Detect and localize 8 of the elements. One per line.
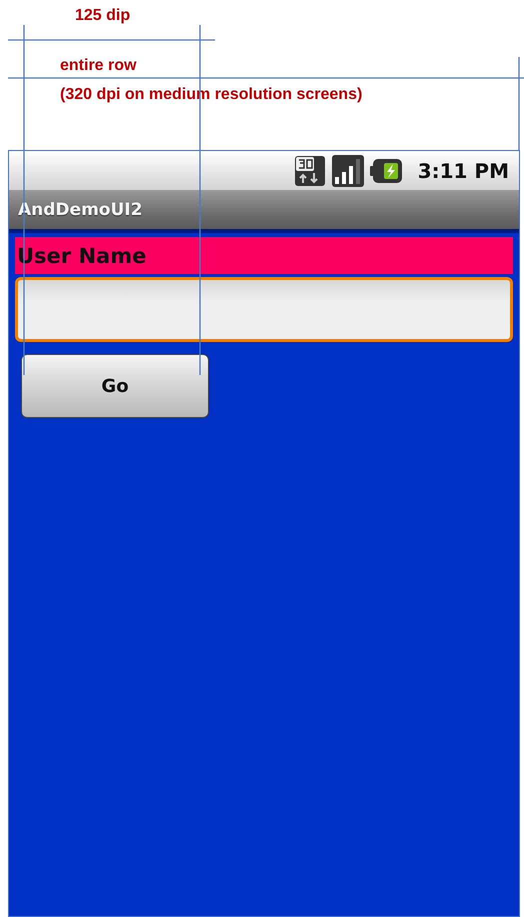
- user-name-field[interactable]: [15, 277, 513, 342]
- go-button[interactable]: Go: [21, 354, 209, 418]
- dimension-label: 125 dip: [75, 7, 130, 25]
- dimension-label: entire row: [60, 57, 136, 75]
- battery-icon: [370, 158, 402, 184]
- signal-icon: [332, 154, 364, 186]
- clock: 3:11 PM: [418, 158, 509, 182]
- network-3g-icon: [294, 154, 326, 186]
